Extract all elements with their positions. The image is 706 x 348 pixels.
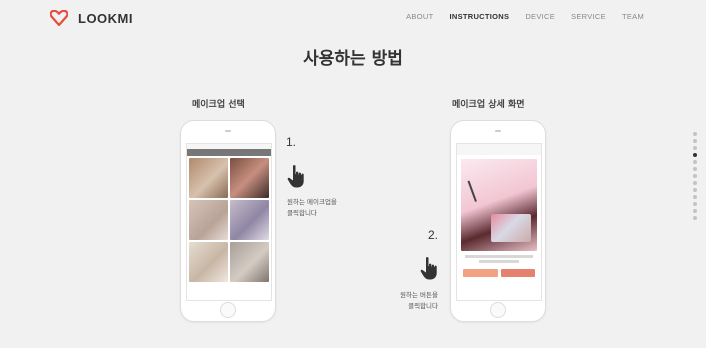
nav-service[interactable]: SERVICE [571,12,606,21]
phone-screen-detail [456,143,542,301]
phone-speaker [225,130,231,132]
page-dot[interactable] [693,188,697,192]
phone-home-button [490,302,506,318]
page-dot[interactable] [693,160,697,164]
nav-instructions[interactable]: INSTRUCTIONS [449,12,509,21]
makeup-tile[interactable] [189,158,228,198]
caption-line: 클릭합니다 [408,302,438,310]
detail-action-button[interactable] [463,269,498,277]
phone-speaker [495,130,501,132]
detail-buttons [457,265,541,281]
step-caption-1: 원하는 메이크업을 클릭합니다 [287,197,337,219]
page-dot[interactable] [693,139,697,143]
page-dot[interactable] [693,209,697,213]
makeup-tile[interactable] [189,200,228,240]
makeup-grid [187,156,271,284]
step-caption-2: 원하는 버튼을 클릭합니다 [388,290,438,312]
makeup-tile[interactable] [230,158,269,198]
tap-hand-icon [420,257,437,280]
page: LOOKMI ABOUT INSTRUCTIONS DEVICE SERVICE… [0,0,706,348]
phone-home-button [220,302,236,318]
detail-text-line [465,255,533,258]
caption-line: 원하는 메이크업을 [287,198,337,206]
page-dot[interactable] [693,167,697,171]
heart-logo-icon [50,10,68,26]
caption-line: 클릭합니다 [287,209,317,217]
page-dots [693,132,697,220]
page-dot[interactable] [693,202,697,206]
nav-device[interactable]: DEVICE [525,12,555,21]
subtitle-select-makeup: 메이크업 선택 [192,100,245,110]
detail-text-line [479,260,519,263]
detail-title-bar [457,149,541,155]
page-dot[interactable] [693,174,697,178]
page-title: 사용하는 방법 [303,49,403,69]
caption-line: 원하는 버튼을 [400,291,438,299]
nav-team[interactable]: TEAM [622,12,644,21]
phone-screen-grid [186,143,272,301]
phone-mockup-select [180,120,276,322]
logo[interactable]: LOOKMI [50,10,133,26]
page-dot[interactable] [693,132,697,136]
makeup-tile[interactable] [230,200,269,240]
page-dot[interactable] [693,216,697,220]
logo-text: LOOKMI [78,10,133,26]
page-dot[interactable] [693,181,697,185]
app-bar [187,149,271,156]
step-number-2: 2. [428,228,439,242]
makeup-detail-image [461,159,537,251]
page-dot[interactable] [693,153,697,157]
makeup-tile[interactable] [230,242,269,282]
page-dot[interactable] [693,195,697,199]
phone-mockup-detail [450,120,546,322]
step-number-1: 1. [286,135,297,149]
tap-hand-icon [287,165,304,188]
main-nav: ABOUT INSTRUCTIONS DEVICE SERVICE TEAM [406,12,644,21]
page-dot[interactable] [693,146,697,150]
detail-action-button[interactable] [500,269,535,277]
nav-about[interactable]: ABOUT [406,12,433,21]
makeup-tile[interactable] [189,242,228,282]
subtitle-makeup-detail: 메이크업 상세 화면 [452,100,525,110]
